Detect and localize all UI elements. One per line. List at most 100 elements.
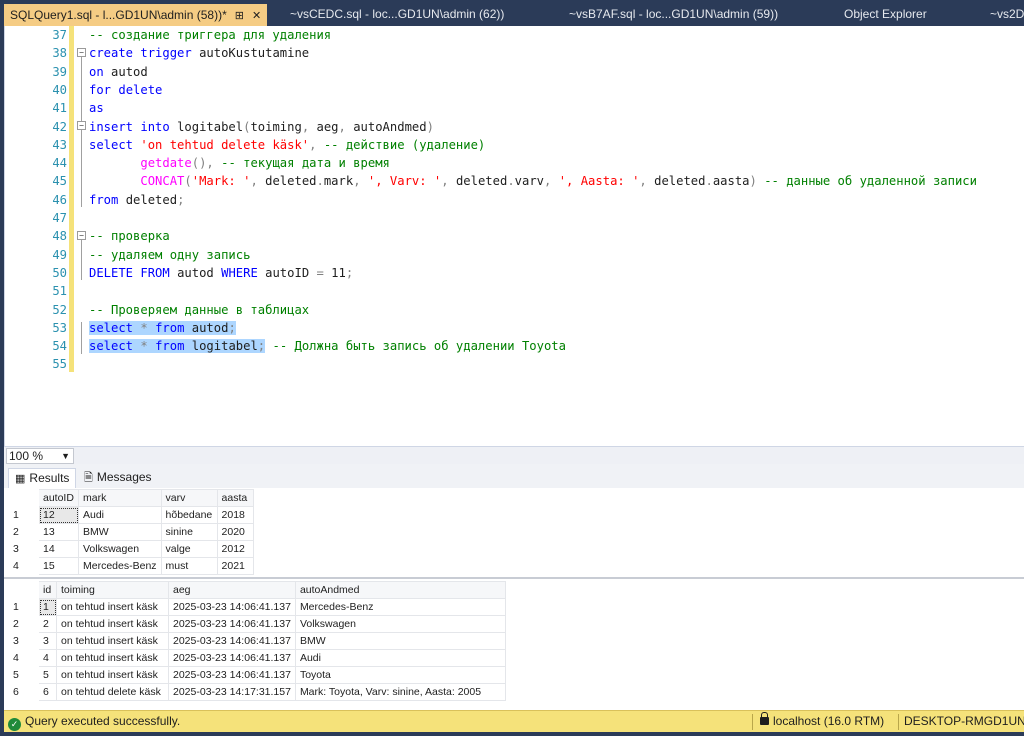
table-cell[interactable]: 3 — [38, 632, 57, 650]
pin-icon[interactable]: ⊞ — [235, 5, 244, 28]
table-cell[interactable]: Mercedes-Benz — [78, 557, 162, 575]
table-cell[interactable]: on tehtud insert käsk — [56, 632, 169, 650]
code-line[interactable]: 40 for delete — [5, 81, 1021, 99]
code-line[interactable]: 51 — [5, 282, 1021, 300]
results-grid-autod[interactable]: autoID mark varv aasta 1 12 Audi hõbedane 2018 2 1… — [8, 489, 254, 575]
table-cell[interactable]: sinine — [160, 523, 218, 541]
code-line[interactable]: 45 CONCAT('Mark: ', deleted.mark, ', Var… — [5, 172, 1021, 190]
code-line[interactable]: 54 select * from logitabel; -- Должна быт… — [5, 337, 1021, 355]
tab-object-explorer[interactable]: Object Explorer — [838, 3, 933, 26]
code-line[interactable]: 39 on autod — [5, 63, 1021, 81]
table-cell[interactable]: 2025-03-23 14:06:41.137 — [168, 632, 296, 650]
row-number[interactable]: 2 — [8, 615, 39, 633]
row-number[interactable]: 3 — [8, 540, 39, 558]
code-line[interactable]: 55 — [5, 355, 1021, 373]
table-cell[interactable]: BMW — [294, 632, 506, 650]
table-row[interactable]: 1 12 Audi hõbedane 2018 — [8, 506, 254, 524]
table-cell[interactable]: Volkswagen — [294, 615, 506, 633]
table-cell[interactable]: valge — [160, 540, 218, 558]
table-cell[interactable]: on tehtud delete käsk — [56, 683, 169, 701]
row-number[interactable]: 1 — [8, 506, 39, 524]
table-cell[interactable]: 2025-03-23 14:06:41.137 — [168, 598, 296, 616]
tab-results[interactable]: ▦ Results — [8, 468, 77, 488]
column-header[interactable]: aeg — [168, 581, 296, 599]
table-cell[interactable]: 4 — [38, 649, 57, 667]
table-row[interactable]: 4 4 on tehtud insert käsk 2025-03-23 14:06:… — [8, 649, 506, 667]
results-grid-logitabel[interactable]: id toiming aeg autoAndmed 1 1 on tehtud insert… — [8, 581, 506, 701]
column-header[interactable]: mark — [78, 489, 162, 507]
table-cell[interactable]: on tehtud insert käsk — [56, 649, 169, 667]
column-header[interactable]: toiming — [56, 581, 169, 599]
table-row[interactable]: 2 13 BMW sinine 2020 — [8, 523, 254, 541]
table-cell[interactable]: 5 — [38, 666, 57, 684]
code-line[interactable]: 46 from deleted; — [5, 191, 1021, 209]
table-row[interactable]: 3 14 Volkswagen valge 2012 — [8, 540, 254, 558]
query-editor[interactable]: − − − 37 -- создание триггера для удалени… — [4, 26, 1024, 446]
table-cell[interactable]: 14 — [38, 540, 79, 558]
table-cell[interactable]: 6 — [38, 683, 57, 701]
column-header[interactable]: id — [38, 581, 57, 599]
tab-vscedc[interactable]: ~vsCEDC.sql - loc...GD1UN\admin (62)) — [284, 3, 510, 26]
table-cell[interactable]: Toyota — [294, 666, 506, 684]
table-row[interactable]: 5 5 on tehtud insert käsk 2025-03-23 14:06:… — [8, 666, 506, 684]
table-cell[interactable]: Audi — [78, 506, 162, 524]
grid-splitter[interactable] — [4, 577, 1024, 579]
table-cell[interactable]: 2012 — [216, 540, 254, 558]
table-cell[interactable]: 2021 — [216, 557, 254, 575]
row-number[interactable]: 2 — [8, 523, 39, 541]
code-line[interactable]: 53 select * from autod; — [5, 319, 1021, 337]
table-cell[interactable]: must — [160, 557, 218, 575]
table-cell[interactable]: 2018 — [216, 506, 254, 524]
close-icon[interactable]: ✕ — [252, 5, 261, 28]
tab-sqlquery1[interactable]: SQLQuery1.sql - l...GD1UN\admin (58))* ⊞ ✕ — [4, 4, 268, 28]
code-line[interactable]: 48 -- проверка — [5, 227, 1021, 245]
row-number-header[interactable] — [8, 489, 39, 507]
table-cell[interactable]: 1 — [38, 598, 57, 616]
code-line[interactable]: 50 DELETE FROM autod WHERE autoID = 11; — [5, 264, 1021, 282]
tab-messages[interactable]: 🗎 Messages — [78, 468, 158, 488]
table-cell[interactable]: 2025-03-23 14:06:41.137 — [168, 649, 296, 667]
table-cell[interactable]: on tehtud insert käsk — [56, 615, 169, 633]
table-cell[interactable]: Mark: Toyota, Varv: sinine, Aasta: 2005 — [294, 683, 506, 701]
code-line[interactable]: 42 insert into logitabel(toiming, aeg, au… — [5, 118, 1021, 136]
tab-vs2d[interactable]: ~vs2D — [984, 3, 1024, 26]
table-cell[interactable]: 2020 — [216, 523, 254, 541]
code-line[interactable]: 47 — [5, 209, 1021, 227]
code-line[interactable]: 38 create trigger autoKustutamine — [5, 44, 1021, 62]
code-line[interactable]: 41 as — [5, 99, 1021, 117]
table-cell[interactable]: on tehtud insert käsk — [56, 666, 169, 684]
table-cell[interactable]: 15 — [38, 557, 79, 575]
table-cell[interactable]: Volkswagen — [78, 540, 162, 558]
zoom-select[interactable]: 100 % ▼ — [6, 448, 74, 464]
row-number[interactable]: 6 — [8, 683, 39, 701]
table-row[interactable]: 2 2 on tehtud insert käsk 2025-03-23 14:06:… — [8, 615, 506, 633]
code-line[interactable]: 49 -- удаляем одну запись — [5, 246, 1021, 264]
code-line[interactable]: 37 -- создание триггера для удаления — [5, 26, 1021, 44]
row-number[interactable]: 5 — [8, 666, 39, 684]
table-cell[interactable]: on tehtud insert käsk — [56, 598, 169, 616]
table-cell[interactable]: BMW — [78, 523, 162, 541]
row-number[interactable]: 4 — [8, 557, 39, 575]
table-row[interactable]: 4 15 Mercedes-Benz must 2021 — [8, 557, 254, 575]
row-number-header[interactable] — [8, 581, 39, 599]
tab-vsb7af[interactable]: ~vsB7AF.sql - loc...GD1UN\admin (59)) — [563, 3, 784, 26]
code-line[interactable]: 52 -- Проверяем данные в таблицах — [5, 301, 1021, 319]
table-row[interactable]: 1 1 on tehtud insert käsk 2025-03-23 14:06:… — [8, 598, 506, 616]
row-number[interactable]: 4 — [8, 649, 39, 667]
column-header[interactable]: autoAndmed — [294, 581, 506, 599]
column-header[interactable]: aasta — [216, 489, 254, 507]
table-cell[interactable]: Mercedes-Benz — [294, 598, 506, 616]
table-cell[interactable]: 2025-03-23 14:06:41.137 — [168, 666, 296, 684]
row-number[interactable]: 3 — [8, 632, 39, 650]
table-cell[interactable]: 2025-03-23 14:06:41.137 — [168, 615, 296, 633]
table-row[interactable]: 3 3 on tehtud insert käsk 2025-03-23 14:06:… — [8, 632, 506, 650]
column-header[interactable]: varv — [160, 489, 218, 507]
table-cell[interactable]: hõbedane — [160, 506, 218, 524]
table-cell[interactable]: 2 — [38, 615, 57, 633]
table-cell[interactable]: 12 — [38, 506, 79, 524]
row-number[interactable]: 1 — [8, 598, 39, 616]
table-cell[interactable]: Audi — [294, 649, 506, 667]
table-row[interactable]: 6 6 on tehtud delete käsk 2025-03-23 14:17:… — [8, 683, 506, 701]
table-cell[interactable]: 2025-03-23 14:17:31.157 — [168, 683, 296, 701]
code-line[interactable]: 44 getdate(), -- текущая дата и время — [5, 154, 1021, 172]
